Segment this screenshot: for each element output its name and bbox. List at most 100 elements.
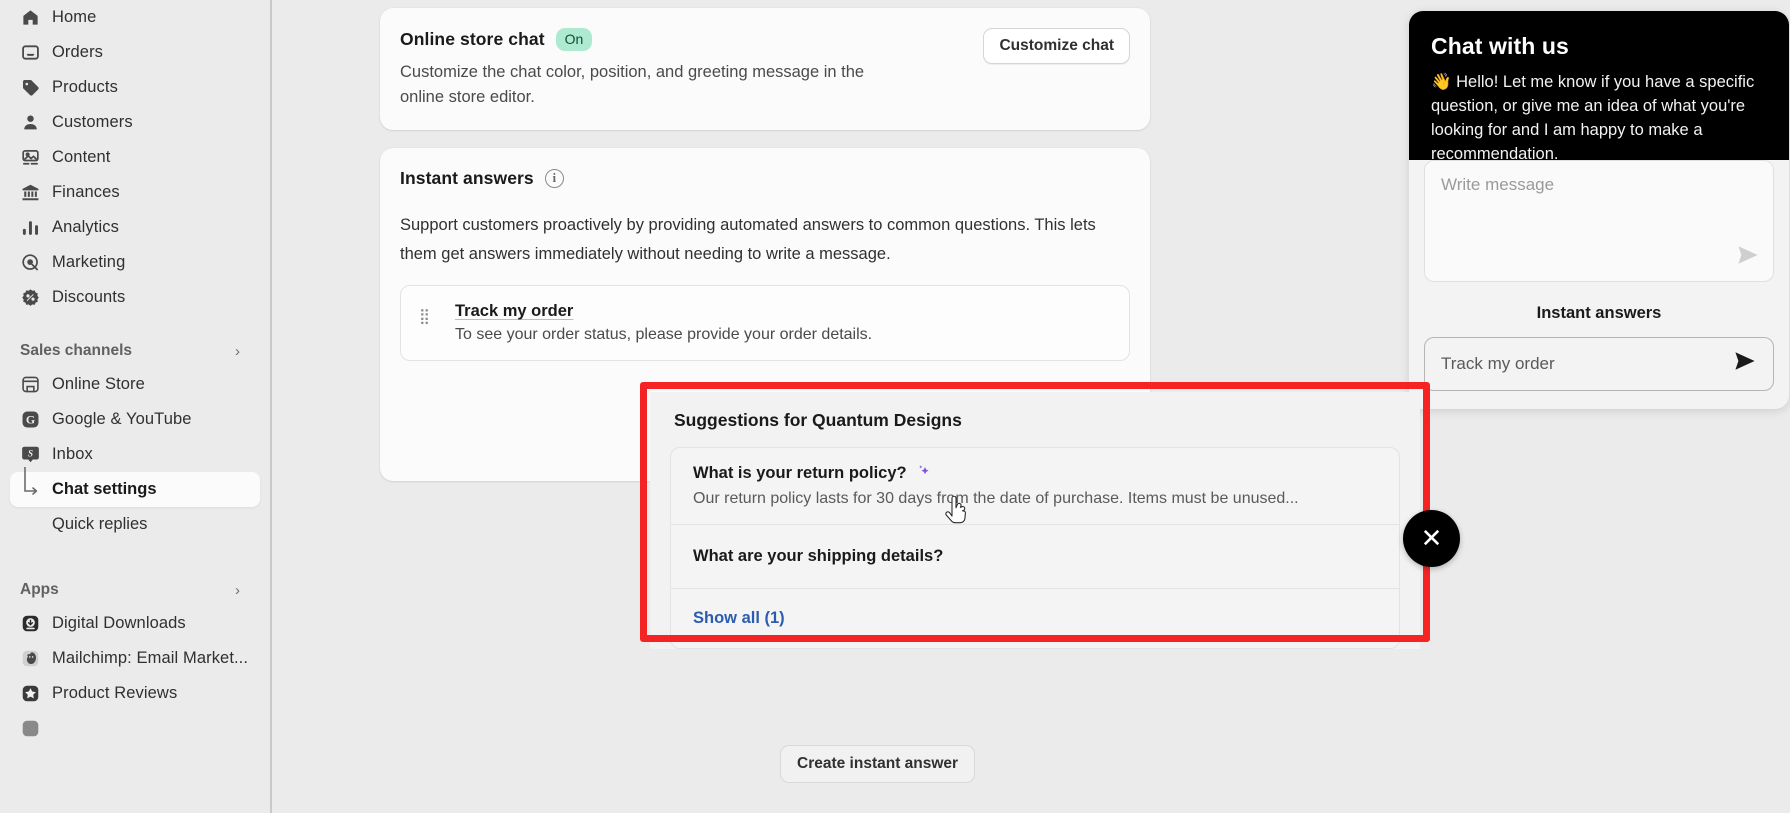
sidebar-item-quick-replies[interactable]: Quick replies [10, 507, 260, 542]
sidebar-section-sales-channels[interactable]: Sales channels › [10, 335, 260, 367]
suggestion-question-wrap: What are your shipping details? [693, 547, 1377, 566]
chat-close-button[interactable]: ✕ [1403, 510, 1460, 567]
section-title: Apps [20, 581, 59, 598]
instant-answer-answer: To see your order status, please provide… [455, 326, 873, 343]
chevron-right-icon: › [235, 342, 240, 360]
sidebar-label: Products [52, 78, 118, 96]
sidebar-item-chat-settings[interactable]: Chat settings [10, 466, 260, 507]
orders-inbox-icon [20, 43, 40, 63]
sidebar-item-orders[interactable]: Orders [10, 35, 260, 70]
sidebar-label: Discounts [52, 288, 126, 306]
chat-message-placeholder: Write message [1441, 175, 1555, 194]
chat-widget-title: Chat with us [1431, 33, 1569, 59]
create-instant-answer-button[interactable]: Create instant answer [780, 745, 976, 783]
product-tag-icon [20, 78, 40, 98]
sidebar-item-products[interactable]: Products [10, 70, 260, 105]
instant-answer-row[interactable]: ⣿ Track my order To see your order statu… [400, 285, 1130, 361]
info-icon[interactable]: i [544, 169, 564, 188]
suggestions-list: What is your return policy? Our return p… [670, 447, 1400, 649]
sidebar-item-content[interactable]: Content [10, 140, 260, 175]
sidebar-label: Marketing [52, 253, 126, 271]
chat-widget-greeting: 👋 Hello! Let me know if you have a speci… [1431, 73, 1755, 163]
chat-quick-reply-track-my-order[interactable]: Track my order [1424, 337, 1774, 391]
svg-text:G: G [25, 413, 34, 427]
chevron-right-icon: › [235, 581, 240, 599]
sidebar-label: Google & YouTube [52, 410, 192, 428]
send-arrow-icon[interactable] [1737, 245, 1759, 271]
close-x-icon: ✕ [1420, 523, 1443, 553]
suggestion-question: What is your return policy? [693, 464, 907, 482]
sidebar-section-apps[interactable]: Apps › [10, 574, 260, 606]
customer-person-icon [20, 113, 40, 133]
mailchimp-icon [20, 649, 40, 669]
main-content: Online store chat On Customize the chat … [272, 0, 1790, 813]
sidebar-label: Online Store [52, 375, 145, 393]
svg-text:S: S [27, 449, 32, 459]
card-description: Customize the chat color, position, and … [400, 63, 865, 106]
sidebar-item-analytics[interactable]: Analytics [10, 210, 260, 245]
chat-widget-preview: Chat with us 👋 Hello! Let me know if you… [1409, 11, 1789, 409]
card-title: Instant answers [400, 168, 534, 188]
sidebar-item-product-reviews[interactable]: Product Reviews [10, 676, 260, 711]
sidebar-label: Analytics [52, 218, 119, 236]
sparkle-ai-icon [916, 464, 931, 483]
sidebar-item-marketing[interactable]: Marketing [10, 245, 260, 280]
sidebar-label: Inbox [52, 445, 93, 463]
chat-instant-answers-label: Instant answers [1536, 304, 1662, 322]
app-root: Home Orders Products Customers Content F… [0, 0, 1790, 813]
sidebar-label: Digital Downloads [52, 614, 186, 632]
chat-widget-body: Write message Instant answers Track my o… [1409, 160, 1789, 409]
sidebar-label: Product Reviews [52, 684, 178, 702]
suggestions-panel: Suggestions for Quantum Designs What is … [650, 392, 1420, 649]
suggestion-row[interactable]: What is your return policy? Our return p… [671, 448, 1399, 525]
finances-bank-icon [20, 183, 40, 203]
customize-chat-button[interactable]: Customize chat [983, 28, 1130, 64]
sidebar-item-inbox[interactable]: S Inbox [10, 437, 260, 472]
card-description: Support customers proactively by providi… [400, 216, 1096, 263]
online-store-chat-card: Online store chat On Customize the chat … [380, 8, 1150, 130]
digital-downloads-icon [20, 614, 40, 634]
sidebar-item-discounts[interactable]: Discounts [10, 280, 260, 315]
sidebar-item-digital-downloads[interactable]: Digital Downloads [10, 606, 260, 641]
tree-elbow-icon [20, 466, 42, 503]
home-icon [20, 8, 40, 28]
chat-message-input[interactable]: Write message [1424, 160, 1774, 282]
suggestion-row[interactable]: What are your shipping details? [671, 525, 1399, 589]
chat-quick-reply-label: Track my order [1441, 354, 1555, 373]
instant-answer-question: Track my order [455, 302, 574, 320]
content-image-icon [20, 148, 40, 168]
sidebar-item-google-youtube[interactable]: G Google & YouTube [10, 402, 260, 437]
suggestion-question-wrap: What is your return policy? [693, 464, 1377, 483]
google-icon: G [20, 410, 40, 430]
card-title: Online store chat [400, 29, 545, 49]
sidebar-item-extra[interactable] [10, 711, 260, 746]
sidebar-item-customers[interactable]: Customers [10, 105, 260, 140]
shopify-inbox-icon: S [20, 445, 40, 465]
discount-percent-icon [20, 288, 40, 308]
app-generic-icon [20, 719, 40, 739]
analytics-bars-icon [20, 218, 40, 238]
online-store-icon [20, 375, 40, 395]
section-title: Sales channels [20, 342, 133, 359]
product-reviews-star-icon [20, 684, 40, 704]
suggestions-heading: Suggestions for Quantum Designs [674, 410, 962, 430]
sidebar-sub-label: Quick replies [52, 515, 148, 533]
marketing-target-icon [20, 253, 40, 273]
sidebar-item-online-store[interactable]: Online Store [10, 367, 260, 402]
suggestion-question: What are your shipping details? [693, 547, 944, 565]
sidebar-label: Home [52, 8, 97, 26]
sidebar-item-mailchimp[interactable]: Mailchimp: Email Market... [10, 641, 260, 676]
sidebar-item-finances[interactable]: Finances [10, 175, 260, 210]
sidebar-label: Content [52, 148, 111, 166]
sidebar: Home Orders Products Customers Content F… [0, 0, 272, 813]
suggestions-show-all-row[interactable]: Show all (1) [671, 589, 1399, 648]
sidebar-label: Finances [52, 183, 120, 201]
sidebar-item-home[interactable]: Home [10, 0, 260, 35]
sidebar-sub-label: Chat settings [52, 480, 157, 498]
sidebar-label: Customers [52, 113, 133, 131]
sidebar-label: Mailchimp: Email Market... [52, 649, 249, 667]
show-all-link[interactable]: Show all (1) [693, 609, 785, 627]
status-badge: On [555, 28, 593, 51]
drag-handle-icon[interactable]: ⣿ [419, 309, 433, 324]
send-arrow-icon [1733, 351, 1757, 377]
